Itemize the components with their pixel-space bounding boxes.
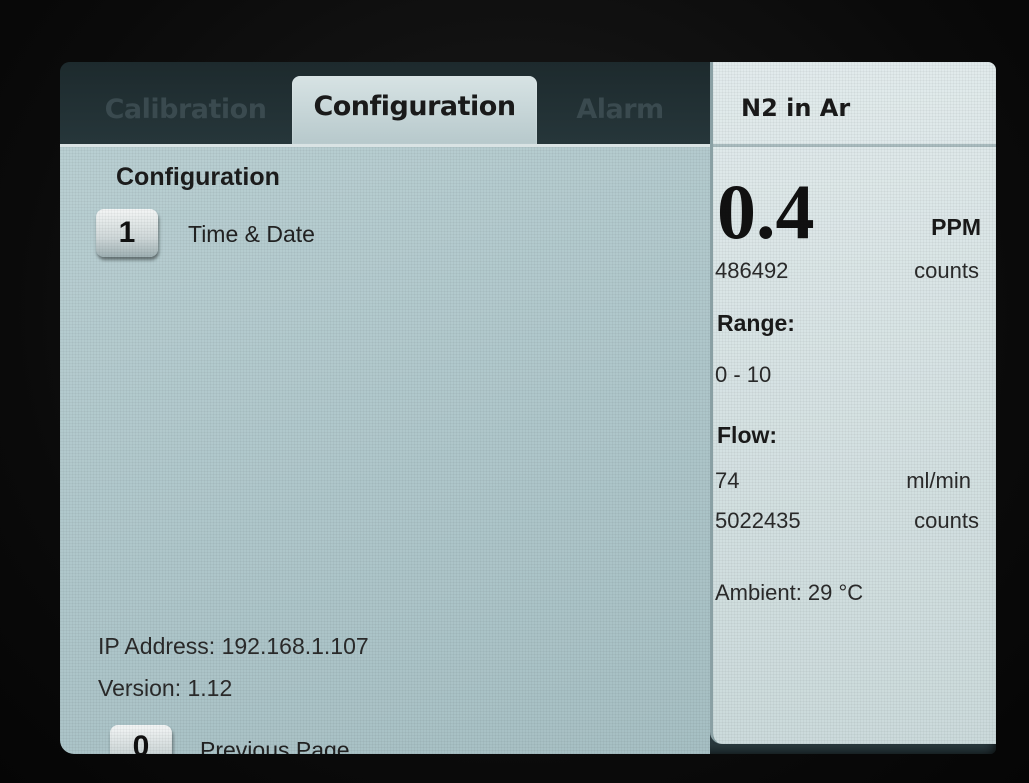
flow-label: Flow: <box>717 422 778 448</box>
configuration-panel: Configuration 1 Time & Date IP Address: … <box>60 144 710 754</box>
concentration-reading: 0.4 <box>717 168 815 255</box>
page-title: Configuration <box>116 163 280 191</box>
lcd-pixel-texture <box>713 62 996 744</box>
key-0-button[interactable]: 0 <box>110 725 172 754</box>
flow-counts-unit: counts <box>914 508 979 533</box>
reading-counts: 486492 <box>715 258 789 283</box>
tab-configuration[interactable]: Configuration <box>292 76 537 146</box>
ambient-temperature: Ambient: 29 °C <box>715 580 864 605</box>
previous-page-option[interactable]: Previous Page <box>200 737 350 754</box>
flow-unit: ml/min <box>906 468 971 493</box>
reading-unit: PPM <box>931 214 981 240</box>
flow-counts: 5022435 <box>715 508 801 533</box>
tab-alarm[interactable]: Alarm <box>545 84 695 136</box>
measurement-panel: N2 in Ar 0.4 PPM 486492 counts Range: 0 … <box>710 62 996 744</box>
ip-address-text: IP Address: 192.168.1.107 <box>98 633 369 659</box>
tab-bar: Calibration Configuration Alarm <box>60 62 710 146</box>
display-screen: Calibration Configuration Alarm Configur… <box>60 62 996 754</box>
range-value: 0 - 10 <box>715 362 772 387</box>
flow-value: 74 <box>715 468 740 493</box>
divider <box>713 144 996 147</box>
key-1-button[interactable]: 1 <box>96 209 158 257</box>
reading-counts-unit: counts <box>914 258 979 283</box>
version-text: Version: 1.12 <box>98 675 233 701</box>
tab-calibration[interactable]: Calibration <box>78 84 293 136</box>
range-label: Range: <box>717 310 795 336</box>
gas-title: N2 in Ar <box>741 94 851 122</box>
time-date-option[interactable]: Time & Date <box>188 221 315 248</box>
